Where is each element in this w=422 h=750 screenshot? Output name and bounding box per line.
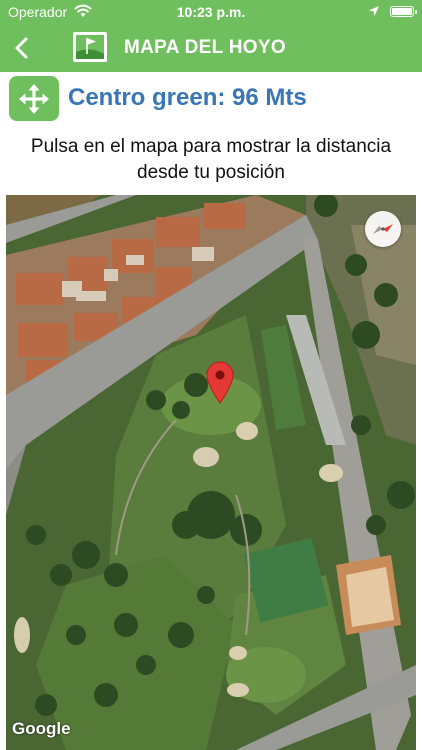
- map-imagery: [6, 195, 416, 750]
- satellite-map[interactable]: Google: [6, 195, 416, 750]
- nav-bar: MAPA DEL HOYO: [0, 24, 422, 72]
- hole-target-pin[interactable]: [205, 360, 235, 404]
- instructions-text: Pulsa en el mapa para mostrar la distanc…: [30, 136, 392, 183]
- compass-button[interactable]: [365, 211, 401, 247]
- location-arrow-icon: [369, 6, 379, 16]
- google-attribution: Google: [12, 719, 71, 738]
- hole-map-screen: Operador 10:23 p.m. MAPA DEL HOYO Centro…: [0, 0, 422, 750]
- compass-needle-icon: [373, 224, 393, 234]
- chevron-left-icon: [15, 37, 28, 59]
- back-button[interactable]: [6, 30, 42, 66]
- move-map-button[interactable]: [9, 76, 59, 121]
- map-marker-icon: [206, 361, 234, 404]
- app-logo: [73, 32, 107, 62]
- page-title: MAPA DEL HOYO: [124, 37, 286, 58]
- status-bar: Operador 10:23 p.m.: [0, 0, 422, 24]
- golf-flag-icon: [76, 35, 104, 59]
- green-center-distance: Centro green: 96 Mts: [68, 84, 307, 111]
- clock-label: 10:23 p.m.: [176, 4, 246, 20]
- four-way-arrows-icon: [19, 84, 49, 114]
- battery-icon: [390, 6, 417, 17]
